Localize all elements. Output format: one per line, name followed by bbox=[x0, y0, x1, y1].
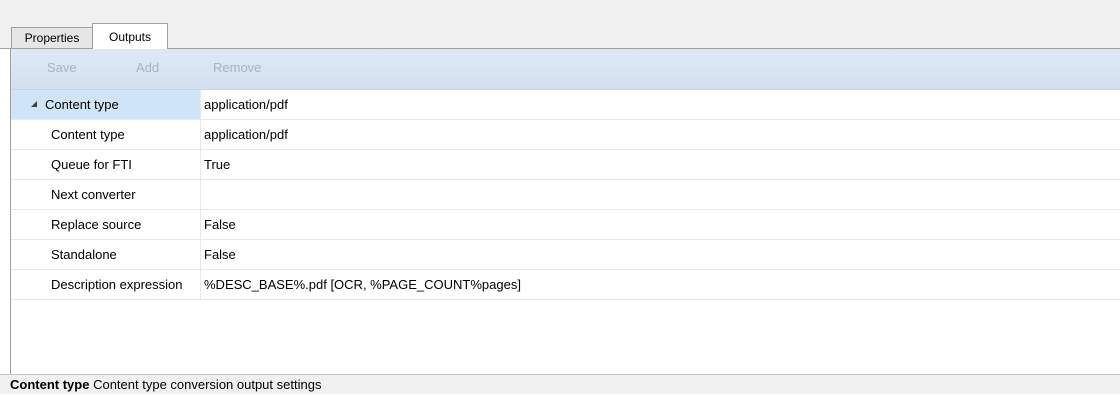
property-row-standalone[interactable]: Standalone False bbox=[11, 240, 1120, 270]
property-name: Next converter bbox=[11, 180, 201, 209]
collapse-caret-icon[interactable] bbox=[31, 100, 37, 107]
outputs-panel: Save Add Remove Content type application… bbox=[10, 49, 1120, 374]
save-button[interactable]: Save bbox=[47, 60, 77, 75]
property-value[interactable]: False bbox=[204, 210, 1120, 239]
property-value[interactable]: application/pdf bbox=[204, 120, 1120, 149]
property-value[interactable]: %DESC_BASE%.pdf [OCR, %PAGE_COUNT%pages] bbox=[204, 270, 1120, 299]
property-group-label: Content type bbox=[45, 97, 119, 112]
remove-button[interactable]: Remove bbox=[213, 60, 261, 75]
tab-strip: Properties Outputs bbox=[0, 0, 1120, 49]
property-value[interactable]: True bbox=[204, 150, 1120, 179]
add-button[interactable]: Add bbox=[136, 60, 159, 75]
property-row-description-expression[interactable]: Description expression %DESC_BASE%.pdf [… bbox=[11, 270, 1120, 300]
property-name: Queue for FTI bbox=[11, 150, 201, 179]
property-value[interactable] bbox=[204, 180, 1120, 209]
description-title: Content type bbox=[10, 377, 90, 392]
property-row-next-converter[interactable]: Next converter bbox=[11, 180, 1120, 210]
property-name: Description expression bbox=[11, 270, 201, 299]
property-value[interactable]: False bbox=[204, 240, 1120, 269]
property-row-replace-source[interactable]: Replace source False bbox=[11, 210, 1120, 240]
tab-outputs[interactable]: Outputs bbox=[92, 23, 168, 49]
property-group-value: application/pdf bbox=[204, 97, 288, 112]
property-group-row[interactable]: Content type application/pdf bbox=[11, 90, 1120, 120]
description-text: Content type conversion output settings bbox=[93, 377, 322, 392]
property-group-name[interactable]: Content type bbox=[11, 90, 201, 119]
toolbar: Save Add Remove bbox=[11, 49, 1120, 90]
property-row-queue-for-fti[interactable]: Queue for FTI True bbox=[11, 150, 1120, 180]
description-bar: Content type Content type conversion out… bbox=[0, 374, 1120, 394]
property-name: Standalone bbox=[11, 240, 201, 269]
tab-properties[interactable]: Properties bbox=[11, 27, 93, 48]
property-grid: Content type application/pdf Content typ… bbox=[11, 90, 1120, 300]
property-name: Content type bbox=[11, 120, 201, 149]
property-row-content-type[interactable]: Content type application/pdf bbox=[11, 120, 1120, 150]
property-name: Replace source bbox=[11, 210, 201, 239]
